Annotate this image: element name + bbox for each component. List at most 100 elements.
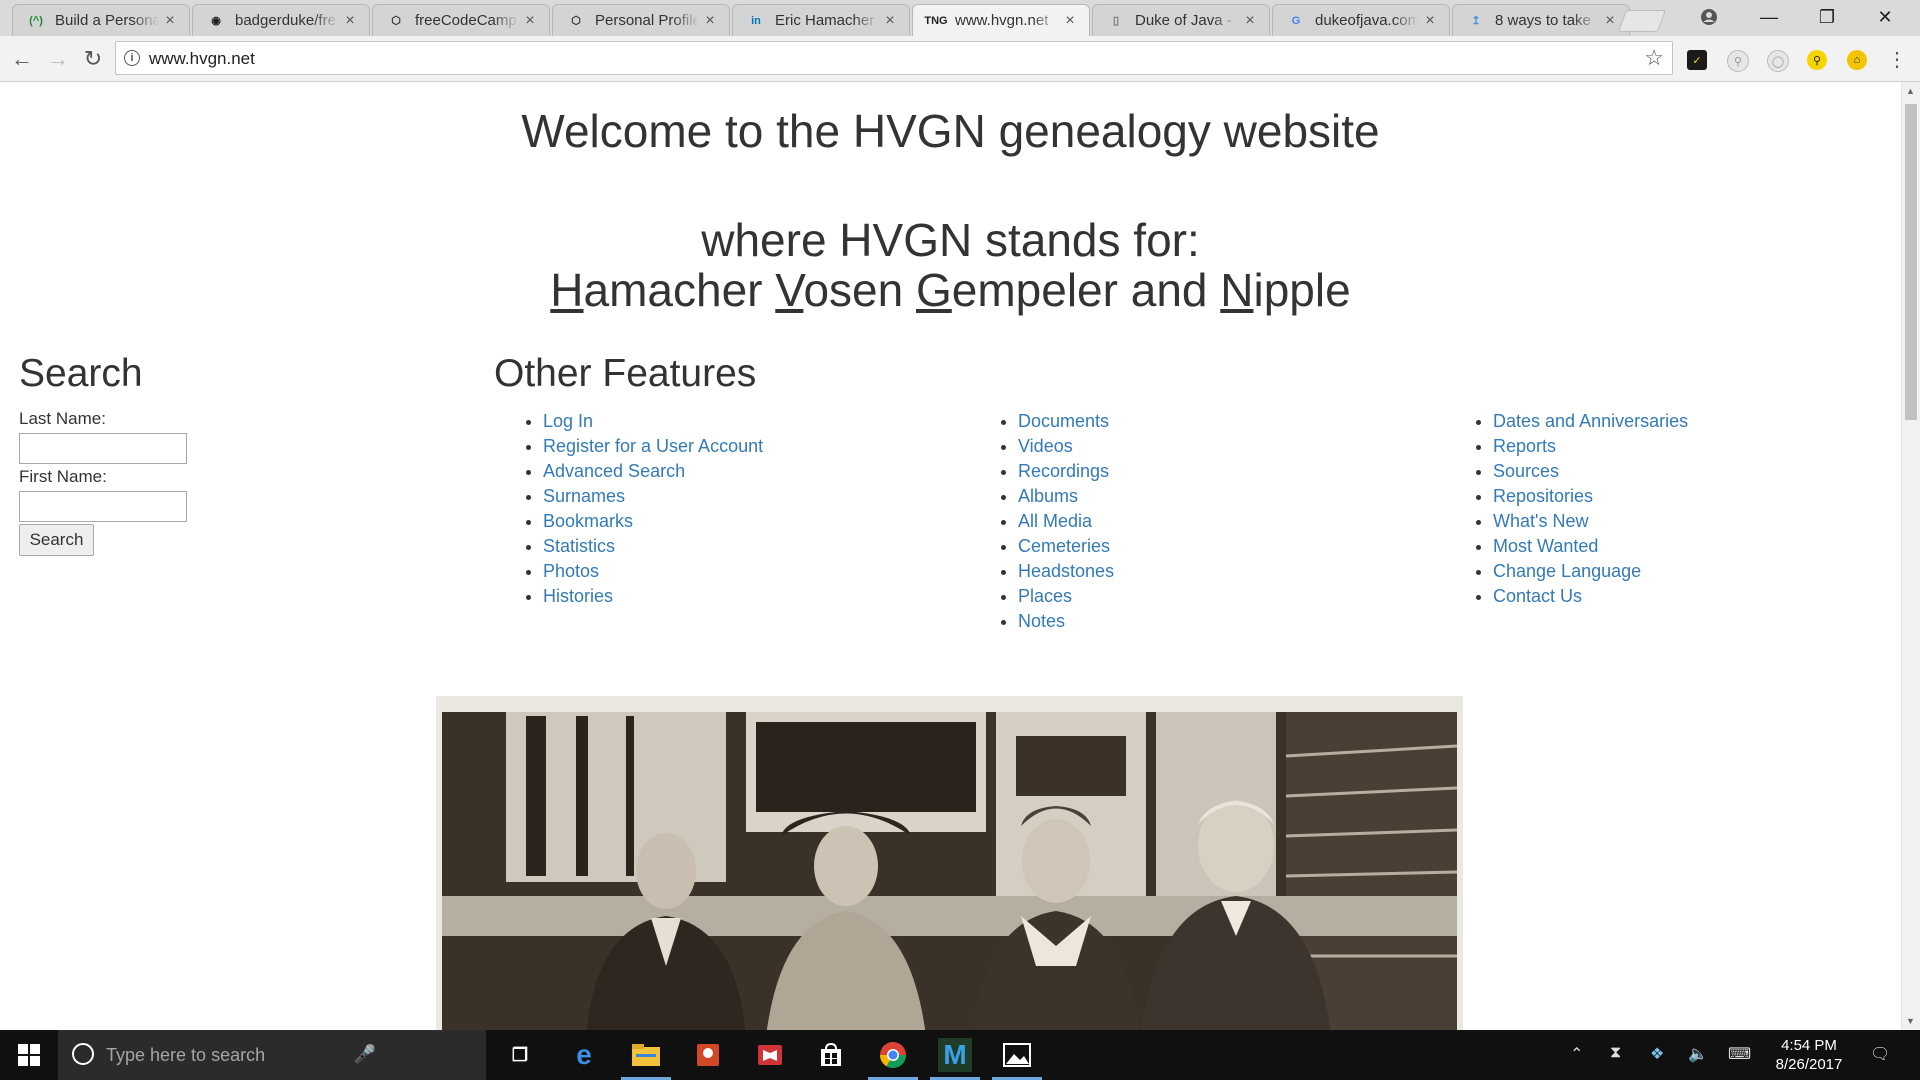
close-tab-icon[interactable]: × bbox=[1059, 12, 1081, 30]
feature-link[interactable]: Statistics bbox=[543, 536, 615, 556]
forward-icon[interactable]: → bbox=[43, 44, 73, 74]
feature-link[interactable]: Most Wanted bbox=[1493, 536, 1598, 556]
menu-icon[interactable]: ⋮ bbox=[1882, 44, 1912, 74]
browser-tab[interactable]: ⬡ freeCodeCamp × bbox=[372, 4, 550, 36]
browser-tab[interactable]: in Eric Hamacher × bbox=[732, 4, 910, 36]
feature-link[interactable]: Headstones bbox=[1018, 561, 1114, 581]
feature-link[interactable]: Register for a User Account bbox=[543, 436, 763, 456]
feature-link[interactable]: Histories bbox=[543, 586, 613, 606]
bookmark-star-icon[interactable]: ☆ bbox=[1644, 45, 1664, 71]
paint-app-icon[interactable] bbox=[691, 1038, 725, 1072]
name-rest: osen bbox=[803, 264, 904, 316]
windows-taskbar: Type here to search 🎤 ❐ e M ⌃ ⧗ ❖ 🔈 ⌨ 4:… bbox=[0, 1030, 1920, 1080]
feature-link[interactable]: Surnames bbox=[543, 486, 625, 506]
microphone-icon[interactable]: 🎤 bbox=[354, 1044, 376, 1065]
restore-icon[interactable]: ❐ bbox=[1804, 0, 1850, 34]
feature-list-item: Photos bbox=[543, 559, 763, 584]
extension-search-icon[interactable]: ⚲ bbox=[1727, 50, 1749, 72]
feature-link[interactable]: All Media bbox=[1018, 511, 1092, 531]
tab-title: Eric Hamacher bbox=[775, 12, 875, 29]
extension-grey-icon[interactable]: ◯ bbox=[1767, 50, 1789, 72]
browser-tab[interactable]: ▯ Duke of Java - × bbox=[1092, 4, 1270, 36]
close-tab-icon[interactable]: × bbox=[159, 12, 181, 30]
close-tab-icon[interactable]: × bbox=[699, 12, 721, 30]
feature-link[interactable]: Bookmarks bbox=[543, 511, 633, 531]
name-initial: H bbox=[550, 264, 584, 316]
close-tab-icon[interactable]: × bbox=[879, 12, 901, 30]
reader-app-icon[interactable] bbox=[753, 1038, 787, 1072]
last-name-label: Last Name: bbox=[19, 409, 106, 428]
feature-link[interactable]: Sources bbox=[1493, 461, 1559, 481]
feature-link[interactable]: Log In bbox=[543, 411, 593, 431]
dropbox-icon[interactable]: ❖ bbox=[1650, 1044, 1664, 1064]
browser-tab[interactable]: ⬡ Personal Profile × bbox=[552, 4, 730, 36]
feature-link[interactable]: Places bbox=[1018, 586, 1072, 606]
profile-icon[interactable] bbox=[1686, 0, 1732, 34]
feature-link[interactable]: Reports bbox=[1493, 436, 1556, 456]
scroll-up-arrow-icon[interactable]: ▲ bbox=[1906, 86, 1915, 96]
photos-app-icon[interactable] bbox=[992, 1038, 1042, 1080]
first-name-input[interactable] bbox=[19, 491, 187, 522]
name-initial: V bbox=[775, 264, 804, 316]
malwarebytes-icon[interactable]: M bbox=[930, 1038, 980, 1080]
site-info-icon[interactable]: i bbox=[124, 50, 140, 66]
taskbar-clock[interactable]: 4:54 PM 8/26/2017 bbox=[1764, 1036, 1854, 1074]
search-button[interactable]: Search bbox=[19, 524, 94, 556]
browser-tab[interactable]: Gdukeofjava.com × bbox=[1272, 4, 1450, 36]
edge-browser-icon[interactable]: e bbox=[567, 1038, 601, 1072]
store-app-icon[interactable] bbox=[814, 1038, 848, 1072]
feature-link[interactable]: Advanced Search bbox=[543, 461, 685, 481]
tab-title: freeCodeCamp bbox=[415, 12, 517, 29]
scroll-thumb[interactable] bbox=[1905, 104, 1917, 420]
file-explorer-icon[interactable] bbox=[621, 1038, 671, 1080]
codepen-icon: ⬡ bbox=[391, 15, 401, 27]
feature-link[interactable]: Documents bbox=[1018, 411, 1109, 431]
feature-link[interactable]: Recordings bbox=[1018, 461, 1109, 481]
minimize-icon[interactable]: — bbox=[1746, 0, 1792, 34]
back-icon[interactable]: ← bbox=[7, 44, 37, 74]
extension-shield-icon[interactable]: ✓ bbox=[1687, 50, 1707, 70]
feature-link[interactable]: Photos bbox=[543, 561, 599, 581]
feature-link[interactable]: Repositories bbox=[1493, 486, 1593, 506]
feature-link[interactable]: Videos bbox=[1018, 436, 1073, 456]
extension-home-icon[interactable]: ⌂ bbox=[1847, 50, 1867, 70]
reload-icon[interactable]: ↻ bbox=[78, 44, 108, 74]
keyboard-icon[interactable]: ⌨ bbox=[1728, 1044, 1751, 1064]
welcome-heading: Welcome to the HVGN genealogy website bbox=[521, 105, 1380, 157]
show-hidden-icons-icon[interactable]: ⌃ bbox=[1570, 1044, 1583, 1064]
browser-tab[interactable]: ◉ badgerduke/fre × bbox=[192, 4, 370, 36]
chrome-icon[interactable] bbox=[868, 1038, 918, 1080]
action-center-icon[interactable]: 🗨 bbox=[1870, 1044, 1890, 1064]
page-scrollbar[interactable]: ▲ ▼ bbox=[1901, 82, 1920, 1030]
feature-link[interactable]: Contact Us bbox=[1493, 586, 1582, 606]
scroll-down-arrow-icon[interactable]: ▼ bbox=[1906, 1016, 1915, 1026]
feature-link[interactable]: Notes bbox=[1018, 611, 1065, 631]
browser-tab[interactable]: ↥ 8 ways to take × bbox=[1452, 4, 1630, 36]
taskbar-search-box[interactable]: Type here to search 🎤 bbox=[58, 1030, 486, 1080]
close-window-icon[interactable]: ✕ bbox=[1862, 0, 1908, 34]
features-heading: Other Features bbox=[494, 352, 757, 395]
extension-yellow-search-icon[interactable]: ⚲ bbox=[1807, 50, 1827, 70]
task-view-icon[interactable]: ❐ bbox=[503, 1038, 537, 1072]
feature-link[interactable]: What's New bbox=[1493, 511, 1588, 531]
feature-link[interactable]: Albums bbox=[1018, 486, 1078, 506]
volume-icon[interactable]: 🔈 bbox=[1688, 1044, 1708, 1064]
feature-link[interactable]: Cemeteries bbox=[1018, 536, 1110, 556]
close-tab-icon[interactable]: × bbox=[1239, 12, 1261, 30]
browser-tab[interactable]: TNG www.hvgn.net × bbox=[912, 4, 1090, 36]
tab-title: dukeofjava.com bbox=[1315, 12, 1419, 29]
close-tab-icon[interactable]: × bbox=[519, 12, 541, 30]
url-text[interactable]: www.hvgn.net bbox=[149, 49, 255, 69]
close-tab-icon[interactable]: × bbox=[339, 12, 361, 30]
browser-tab[interactable]: (^) Build a Persona × bbox=[12, 4, 190, 36]
start-windows-icon[interactable] bbox=[12, 1038, 46, 1072]
address-bar[interactable]: i www.hvgn.net ☆ bbox=[115, 41, 1673, 75]
feature-link[interactable]: Dates and Anniversaries bbox=[1493, 411, 1688, 431]
close-tab-icon[interactable]: × bbox=[1599, 12, 1621, 30]
wifi-icon[interactable]: ⧗ bbox=[1610, 1044, 1621, 1062]
close-tab-icon[interactable]: × bbox=[1419, 12, 1441, 30]
new-tab-button[interactable] bbox=[1617, 10, 1667, 32]
feature-list-item: Cemeteries bbox=[1018, 534, 1114, 559]
last-name-input[interactable] bbox=[19, 433, 187, 464]
feature-link[interactable]: Change Language bbox=[1493, 561, 1641, 581]
